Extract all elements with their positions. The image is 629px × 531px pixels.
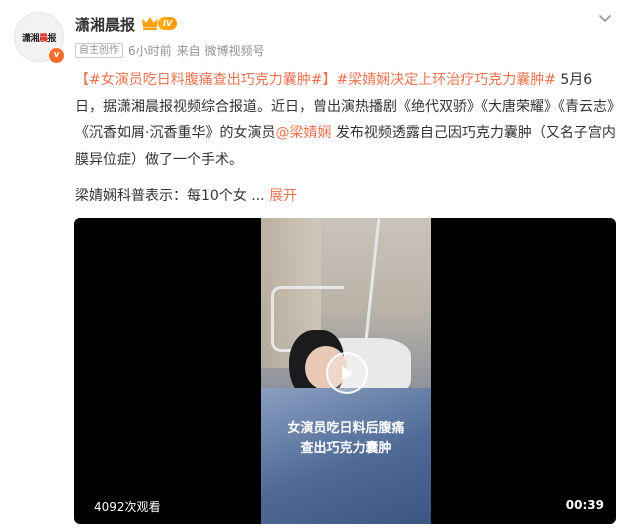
bracket-open: 【 <box>75 72 89 88</box>
account-name[interactable]: 潇湘晨报 <box>75 14 135 35</box>
video-caption: 女演员吃日料后腹痛 查出巧克力囊肿 <box>261 419 431 459</box>
bracket-close: 】 <box>322 72 337 88</box>
play-button[interactable] <box>326 352 368 394</box>
chevron-down-icon[interactable] <box>598 14 612 24</box>
post-source[interactable]: 来自 微博视频号 <box>177 42 265 59</box>
crown-icon <box>142 17 158 30</box>
expand-link[interactable]: 展开 <box>269 188 297 204</box>
mention-link[interactable]: @梁婧娴 <box>275 125 331 141</box>
video-player[interactable]: 女演员吃日料后腹痛 查出巧克力囊肿 4092次观看 00:39 <box>74 218 616 524</box>
caption-line: 查出巧克力囊肿 <box>300 441 392 456</box>
post-preview: 梁婧娴科普表示：每10个女 ... 展开 <box>75 185 297 205</box>
preview-text: 梁婧娴科普表示：每10个女 ... <box>75 188 265 204</box>
play-icon <box>342 366 353 380</box>
view-count: 4092次观看 <box>94 500 161 514</box>
post-body: 【#女演员吃日料腹痛查出巧克力囊肿#】#梁婧娴决定上环治疗巧克力囊肿# 5月6日… <box>75 67 617 173</box>
topic-link[interactable]: #梁婧娴决定上环治疗巧克力囊肿# <box>336 72 555 88</box>
video-duration: 00:39 <box>565 498 604 512</box>
level-badge: IV <box>158 17 178 30</box>
topic-link[interactable]: #女演员吃日料腹痛查出巧克力囊肿# <box>89 72 322 88</box>
post-time[interactable]: 6小时前 <box>128 42 172 59</box>
verified-badge-icon: v <box>48 47 65 64</box>
avatar-logo-text: 潇湘晨报 <box>21 33 57 44</box>
post-meta: 自主创作 6小时前 来自 微博视频号 <box>75 42 264 59</box>
original-tag: 自主创作 <box>75 43 123 58</box>
caption-line: 女演员吃日料后腹痛 <box>287 421 405 436</box>
